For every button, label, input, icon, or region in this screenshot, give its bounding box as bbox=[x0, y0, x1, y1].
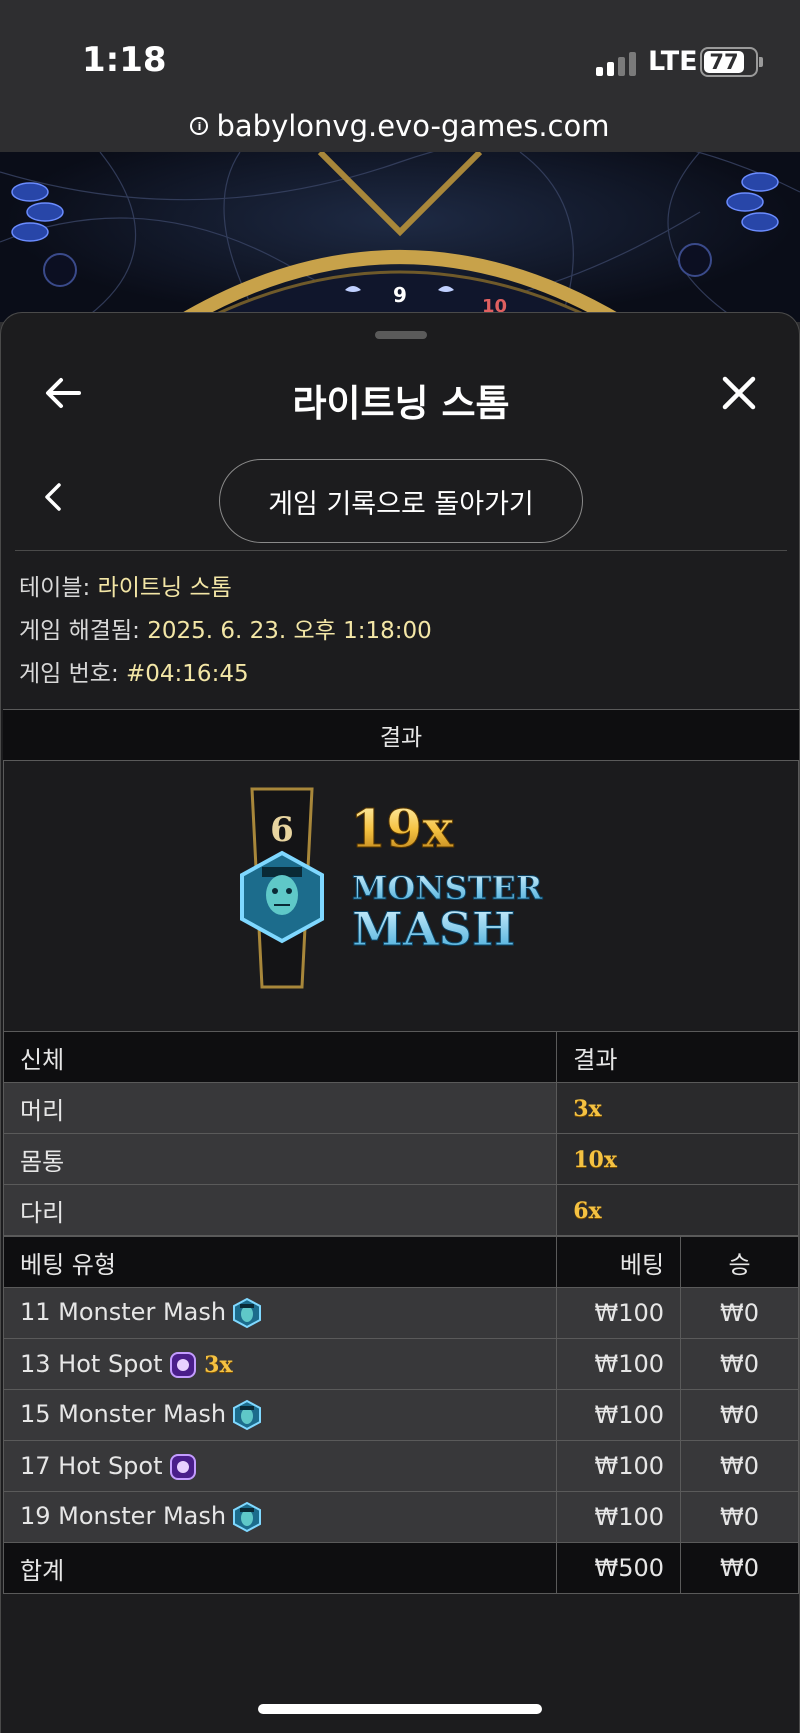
page-title: 라이트닝 스톰 bbox=[292, 382, 510, 425]
bet-amount: ₩100 bbox=[556, 1389, 682, 1441]
monster-mash-icon bbox=[233, 1501, 262, 1533]
bet-amount: ₩100 bbox=[556, 1338, 682, 1390]
bet-type: 11 Monster Mash bbox=[20, 1298, 227, 1326]
bet-amount: ₩100 bbox=[556, 1491, 682, 1543]
total-row: 합계 ₩500 ₩0 bbox=[2, 1542, 799, 1594]
bet-type: 13 Hot Spot bbox=[20, 1349, 163, 1378]
result-multiplier: 19x bbox=[350, 799, 454, 860]
total-label: 합계 bbox=[2, 1542, 558, 1594]
game-number-value: #04:16:45 bbox=[126, 661, 249, 687]
bet-type: 17 Hot Spot bbox=[20, 1451, 163, 1480]
result-name-line2: MASH bbox=[352, 902, 515, 956]
column-header-bet-type: 베팅 유형 bbox=[2, 1236, 558, 1288]
table-row: 19 Monster Mash ₩100 ₩0 bbox=[2, 1491, 799, 1543]
table-info: 테이블: 라이트닝 스톰 bbox=[19, 567, 432, 610]
back-to-history-button[interactable]: 게임 기록으로 돌아가기 bbox=[219, 459, 583, 543]
signal-icon bbox=[596, 52, 636, 76]
close-icon[interactable] bbox=[717, 371, 761, 415]
resolved-value: 2025. 6. 23. 오후 1:18:00 bbox=[147, 618, 432, 644]
address-bar[interactable]: i babylonvg.evo-games.com bbox=[0, 100, 800, 152]
monster-mash-icon bbox=[233, 1297, 262, 1329]
bet-amount: ₩100 bbox=[556, 1440, 682, 1492]
hot-spot-icon bbox=[169, 1453, 196, 1480]
table-row: 13 Hot Spot 3x ₩100 ₩0 bbox=[2, 1338, 799, 1390]
body-result-table: 신체 결과 머리 3x 몸통 10x 다리 6x bbox=[2, 1031, 799, 1236]
bet-amount: ₩100 bbox=[556, 1287, 682, 1339]
table-label: 테이블: bbox=[19, 575, 91, 601]
column-header-result: 결과 bbox=[556, 1031, 799, 1083]
table-row: 다리 6x bbox=[2, 1184, 799, 1236]
table-row: 17 Hot Spot ₩100 ₩0 bbox=[2, 1440, 799, 1492]
table-row: 15 Monster Mash ₩100 ₩0 bbox=[2, 1389, 799, 1441]
total-bet: ₩500 bbox=[556, 1542, 682, 1594]
table-row: 11 Monster Mash ₩100 ₩0 bbox=[2, 1287, 799, 1339]
segment-number: 6 bbox=[270, 810, 294, 850]
result-graphic: 6 19x MONSTER MASH bbox=[3, 761, 799, 1031]
table-header-row: 베팅 유형 베팅 승 bbox=[2, 1236, 799, 1288]
bet-table: 베팅 유형 베팅 승 11 Monster Mash ₩100 ₩0 13 Ho… bbox=[2, 1236, 799, 1594]
body-multiplier: 3x bbox=[573, 1096, 602, 1122]
sheet-header: 라이트닝 스톰 bbox=[1, 353, 800, 433]
body-multiplier: 10x bbox=[573, 1147, 617, 1173]
monster-mash-result-icon: 6 19x MONSTER MASH bbox=[240, 787, 543, 989]
bet-type: 15 Monster Mash bbox=[20, 1400, 227, 1428]
home-indicator[interactable] bbox=[258, 1704, 542, 1714]
history-sheet: 라이트닝 스톰 게임 기록으로 돌아가기 테이블: 라이트닝 스톰 게임 해결됨… bbox=[0, 312, 800, 1733]
url-text[interactable]: babylonvg.evo-games.com bbox=[216, 109, 609, 143]
bet-type: 19 Monster Mash bbox=[20, 1502, 227, 1530]
game-info: 테이블: 라이트닝 스톰 게임 해결됨: 2025. 6. 23. 오후 1:1… bbox=[19, 567, 432, 696]
result-header: 결과 bbox=[3, 709, 799, 761]
win-amount: ₩0 bbox=[680, 1338, 799, 1390]
battery-level: 77 bbox=[704, 50, 744, 74]
win-amount: ₩0 bbox=[680, 1389, 799, 1441]
total-win: ₩0 bbox=[680, 1542, 799, 1594]
monster-mash-icon bbox=[233, 1399, 262, 1431]
chevron-left-icon[interactable] bbox=[35, 477, 71, 517]
table-row: 머리 3x bbox=[2, 1082, 799, 1134]
column-header-part: 신체 bbox=[2, 1031, 558, 1083]
status-bar: 1:18 LTE 77 bbox=[0, 0, 800, 100]
body-multiplier: 6x bbox=[573, 1198, 602, 1224]
info-icon[interactable]: i bbox=[190, 117, 209, 135]
body-part: 머리 bbox=[2, 1082, 558, 1134]
wheel-number: 9 bbox=[393, 283, 407, 307]
hot-spot-multiplier: 3x bbox=[204, 1351, 233, 1378]
game-number-label: 게임 번호: bbox=[19, 661, 119, 687]
divider bbox=[15, 550, 787, 551]
game-number-info: 게임 번호: #04:16:45 bbox=[19, 653, 432, 696]
table-header-row: 신체 결과 bbox=[2, 1031, 799, 1083]
result-section: 결과 6 19x MONSTER MASH 신체 결과 머리 3x 몸통 10x… bbox=[2, 709, 799, 1594]
win-amount: ₩0 bbox=[680, 1440, 799, 1492]
column-header-win: 승 bbox=[680, 1236, 799, 1288]
resolved-info: 게임 해결됨: 2025. 6. 23. 오후 1:18:00 bbox=[19, 610, 432, 653]
network-type: LTE bbox=[648, 46, 698, 77]
hot-spot-icon bbox=[169, 1351, 196, 1378]
body-part: 몸통 bbox=[2, 1133, 558, 1185]
game-background: 9 10 bbox=[0, 152, 800, 322]
win-amount: ₩0 bbox=[680, 1287, 799, 1339]
body-part: 다리 bbox=[2, 1184, 558, 1236]
battery-icon: 77 bbox=[700, 47, 763, 77]
history-nav: 게임 기록으로 돌아가기 bbox=[1, 453, 800, 543]
clock: 1:18 bbox=[82, 40, 167, 80]
table-value: 라이트닝 스톰 bbox=[97, 575, 232, 601]
win-amount: ₩0 bbox=[680, 1491, 799, 1543]
column-header-bet: 베팅 bbox=[556, 1236, 682, 1288]
resolved-label: 게임 해결됨: bbox=[19, 618, 140, 644]
drag-handle[interactable] bbox=[375, 331, 427, 339]
table-row: 몸통 10x bbox=[2, 1133, 799, 1185]
